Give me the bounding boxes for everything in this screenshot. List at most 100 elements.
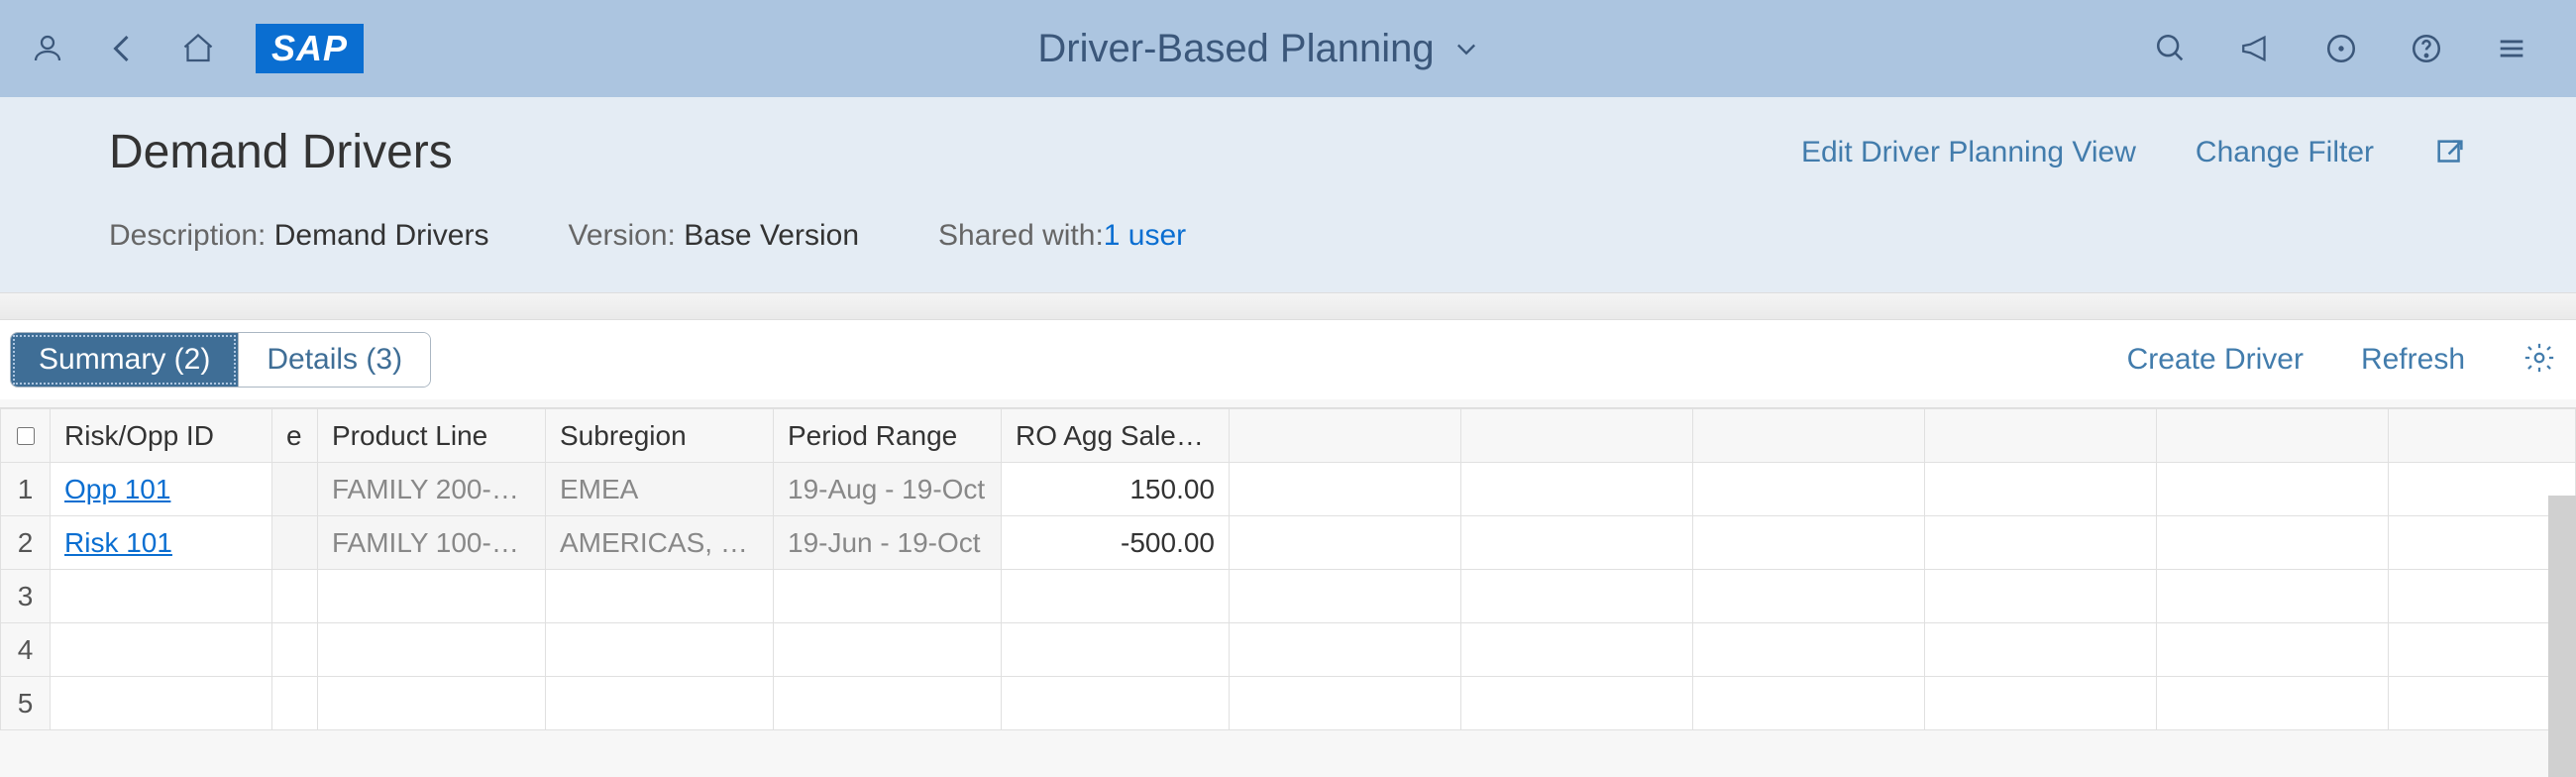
table-row[interactable]: 3 bbox=[1, 570, 2576, 623]
cell-empty bbox=[1925, 677, 2157, 730]
row-number: 4 bbox=[1, 623, 51, 677]
tab-summary[interactable]: Summary (2) bbox=[11, 333, 238, 387]
cell-empty bbox=[1230, 463, 1461, 516]
cell-empty bbox=[2157, 677, 2389, 730]
cell-empty bbox=[1230, 516, 1461, 570]
cell-subregion: AMERICAS, E... bbox=[546, 516, 774, 570]
toolbar: Summary (2) Details (3) Create Driver Re… bbox=[0, 320, 2576, 399]
cell-risk-opp-id bbox=[51, 623, 272, 677]
risk-opp-link[interactable]: Risk 101 bbox=[64, 527, 172, 558]
cell-product-line bbox=[318, 623, 546, 677]
top-header: SAP Driver-Based Planning bbox=[0, 0, 2576, 97]
cell-empty bbox=[1230, 623, 1461, 677]
description-label: Description: bbox=[109, 219, 266, 252]
chevron-left-icon[interactable] bbox=[105, 31, 141, 66]
share-icon[interactable] bbox=[2433, 136, 2467, 169]
version-field: Version: Base Version bbox=[568, 219, 859, 253]
refresh-link[interactable]: Refresh bbox=[2361, 343, 2465, 377]
cell-period-range bbox=[774, 570, 1002, 623]
cell-product-line bbox=[318, 570, 546, 623]
cell-empty bbox=[1461, 463, 1693, 516]
cell-empty bbox=[1925, 463, 2157, 516]
cell-e bbox=[272, 463, 318, 516]
row-number: 5 bbox=[1, 677, 51, 730]
vertical-scrollbar[interactable] bbox=[2548, 496, 2576, 777]
search-icon[interactable] bbox=[2154, 32, 2188, 65]
col-header-subregion[interactable]: Subregion bbox=[546, 409, 774, 463]
change-filter-link[interactable]: Change Filter bbox=[2196, 136, 2374, 169]
gear-icon[interactable] bbox=[2522, 341, 2556, 380]
tab-details[interactable]: Details (3) bbox=[238, 333, 430, 387]
table-row[interactable]: 5 bbox=[1, 677, 2576, 730]
cell-empty bbox=[1461, 570, 1693, 623]
row-number: 2 bbox=[1, 516, 51, 570]
cell-empty bbox=[2157, 516, 2389, 570]
drivers-table: Risk/Opp ID e Product Line Subregion Per… bbox=[0, 408, 2576, 730]
cell-empty bbox=[1693, 516, 1925, 570]
table-header-row: Risk/Opp ID e Product Line Subregion Per… bbox=[1, 409, 2576, 463]
shared-field: Shared with:1 user bbox=[938, 219, 1186, 253]
sap-logo: SAP bbox=[256, 24, 364, 73]
cell-empty bbox=[1925, 623, 2157, 677]
top-right-group bbox=[2154, 32, 2546, 65]
cell-period-range bbox=[774, 623, 1002, 677]
list-icon[interactable] bbox=[2495, 32, 2528, 65]
risk-opp-link[interactable]: Opp 101 bbox=[64, 474, 170, 504]
home-icon[interactable] bbox=[180, 31, 216, 66]
cell-risk-opp-id[interactable]: Risk 101 bbox=[51, 516, 272, 570]
version-value: Base Version bbox=[684, 219, 859, 252]
cell-ro-agg: 150.00 bbox=[1002, 463, 1230, 516]
circle-target-icon[interactable] bbox=[2324, 32, 2358, 65]
cell-subregion bbox=[546, 677, 774, 730]
cell-empty bbox=[1925, 570, 2157, 623]
tabs: Summary (2) Details (3) bbox=[10, 332, 431, 388]
description-value: Demand Drivers bbox=[274, 219, 489, 252]
col-header-e[interactable]: e bbox=[272, 409, 318, 463]
col-header-risk-opp[interactable]: Risk/Opp ID bbox=[51, 409, 272, 463]
cell-ro-agg: -500.00 bbox=[1002, 516, 1230, 570]
cell-period-range bbox=[774, 677, 1002, 730]
cell-empty bbox=[1461, 623, 1693, 677]
col-header-checkbox[interactable] bbox=[1, 409, 51, 463]
app-title[interactable]: Driver-Based Planning bbox=[1037, 27, 1434, 71]
table-row[interactable]: 2Risk 101FAMILY 100-H...AMERICAS, E...19… bbox=[1, 516, 2576, 570]
cell-empty bbox=[1925, 516, 2157, 570]
data-grid: Risk/Opp ID e Product Line Subregion Per… bbox=[0, 407, 2576, 730]
cell-empty bbox=[2157, 463, 2389, 516]
description-field: Description: Demand Drivers bbox=[109, 219, 488, 253]
cell-e bbox=[272, 570, 318, 623]
select-all-checkbox[interactable] bbox=[17, 427, 35, 445]
cell-risk-opp-id bbox=[51, 677, 272, 730]
table-row[interactable]: 4 bbox=[1, 623, 2576, 677]
col-header-period-range[interactable]: Period Range bbox=[774, 409, 1002, 463]
col-header-product-line[interactable]: Product Line bbox=[318, 409, 546, 463]
col-header-empty-3 bbox=[1693, 409, 1925, 463]
cell-period-range: 19-Jun - 19-Oct bbox=[774, 516, 1002, 570]
cell-ro-agg bbox=[1002, 677, 1230, 730]
col-header-ro-agg[interactable]: RO Agg Sales ... bbox=[1002, 409, 1230, 463]
edit-driver-planning-link[interactable]: Edit Driver Planning View bbox=[1801, 136, 2136, 169]
cell-empty bbox=[1230, 570, 1461, 623]
cell-empty bbox=[1693, 463, 1925, 516]
cell-empty bbox=[1693, 570, 1925, 623]
cell-risk-opp-id[interactable]: Opp 101 bbox=[51, 463, 272, 516]
cell-risk-opp-id bbox=[51, 570, 272, 623]
col-header-empty-2 bbox=[1461, 409, 1693, 463]
shared-value-link[interactable]: 1 user bbox=[1104, 219, 1186, 252]
create-driver-link[interactable]: Create Driver bbox=[2127, 343, 2304, 377]
user-icon[interactable] bbox=[30, 31, 65, 66]
cell-e bbox=[272, 623, 318, 677]
chevron-down-icon[interactable] bbox=[1452, 35, 1480, 62]
shared-label: Shared with: bbox=[938, 219, 1104, 252]
table-row[interactable]: 1Opp 101FAMILY 200-H...EMEA19-Aug - 19-O… bbox=[1, 463, 2576, 516]
version-label: Version: bbox=[568, 219, 675, 252]
sub-actions: Edit Driver Planning View Change Filter bbox=[1801, 136, 2467, 169]
megaphone-icon[interactable] bbox=[2239, 32, 2273, 65]
cell-empty bbox=[1693, 677, 1925, 730]
cell-subregion bbox=[546, 570, 774, 623]
help-icon[interactable] bbox=[2410, 32, 2443, 65]
cell-subregion: EMEA bbox=[546, 463, 774, 516]
cell-e bbox=[272, 677, 318, 730]
col-header-empty-1 bbox=[1230, 409, 1461, 463]
cell-empty bbox=[1461, 677, 1693, 730]
